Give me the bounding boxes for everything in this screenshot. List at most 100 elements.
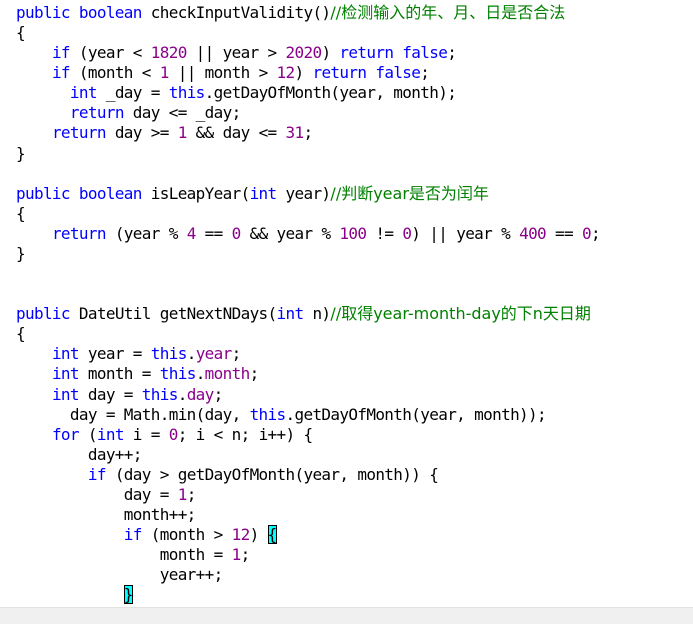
code-token: } xyxy=(16,143,26,163)
code-token: month = xyxy=(78,364,160,384)
code-token: int xyxy=(276,304,305,324)
code-token: year++; xyxy=(16,565,224,585)
code-token: ; xyxy=(231,344,242,364)
code-token: return false xyxy=(312,63,421,83)
code-token: if xyxy=(123,525,143,545)
code-line: if (day > getDayOfMonth(year, month)) { xyxy=(16,464,439,485)
code-token: 1 xyxy=(231,545,242,565)
code-token: 1 xyxy=(177,123,188,143)
code-token: _day = xyxy=(96,83,169,103)
code-token: 0 xyxy=(168,424,179,444)
code-token: (day > getDayOfMonth(year, month)) { xyxy=(105,464,439,484)
code-token: 0 xyxy=(581,223,592,243)
code-token: return false xyxy=(339,43,448,63)
matched-brace: } xyxy=(123,585,133,605)
code-token: day++; xyxy=(16,444,143,464)
code-token: day xyxy=(186,384,215,404)
matched-brace: { xyxy=(267,525,277,545)
code-line: month = 1; xyxy=(16,545,250,565)
code-token: int xyxy=(96,424,125,444)
code-token: 0 xyxy=(402,223,412,243)
code-token: 12 xyxy=(276,63,296,83)
code-token: } xyxy=(16,243,26,263)
code-line: { xyxy=(16,23,26,43)
code-token: DateUtil getNextNDays( xyxy=(69,304,277,324)
code-token: != xyxy=(366,223,403,243)
code-token: this xyxy=(168,83,206,103)
code-token: 400 xyxy=(519,223,547,243)
code-token: public boolean xyxy=(16,183,142,203)
code-token: int xyxy=(69,83,98,103)
code-token: . xyxy=(195,364,206,384)
code-editor[interactable]: public boolean checkInputValidity()//检测输… xyxy=(0,0,693,607)
code-token: .getDayOfMonth(year, month); xyxy=(204,83,457,103)
code-token: == xyxy=(546,223,582,243)
code-token: ; i < n; i++) { xyxy=(177,424,313,444)
code-token: checkInputValidity() xyxy=(141,3,331,22)
code-line: if (year < 1820 || year > 2020) return f… xyxy=(16,43,457,63)
code-token: ; xyxy=(249,364,260,384)
code-token: ) || year % xyxy=(411,223,520,243)
horizontal-scrollbar[interactable] xyxy=(0,607,693,624)
code-line: for (int i = 0; i < n; i++) { xyxy=(16,424,313,445)
code-token: this xyxy=(159,364,197,384)
code-line: day++; xyxy=(16,444,143,465)
code-token: ( xyxy=(78,424,98,444)
code-line: return day <= _day; xyxy=(16,103,241,123)
code-token: || month > xyxy=(168,63,277,83)
code-token: == xyxy=(195,223,232,243)
code-token: 1 xyxy=(159,63,170,83)
code-token: day >= xyxy=(105,123,178,143)
code-token: (month > xyxy=(141,525,232,545)
code-token: month xyxy=(204,364,251,384)
code-line: day = Math.min(day, this.getDayOfMonth(y… xyxy=(16,404,547,425)
code-token: ; xyxy=(303,123,313,143)
code-token: && day <= xyxy=(186,123,286,143)
code-line: int day = this.day; xyxy=(16,385,223,405)
code-token: return xyxy=(51,223,107,243)
code-line: day = 1; xyxy=(16,484,197,505)
code-token: return xyxy=(51,123,107,143)
code-line: int _day = this.getDayOfMonth(year, mont… xyxy=(16,83,457,103)
code-token: for xyxy=(51,424,80,444)
code-token: { xyxy=(16,203,26,223)
code-token: . xyxy=(186,344,197,364)
code-line: int year = this.year; xyxy=(16,344,241,364)
code-token: 1 xyxy=(177,484,188,504)
code-token: 0 xyxy=(231,223,242,243)
code-token: int xyxy=(51,344,80,364)
code-token: this xyxy=(150,344,188,364)
code-line: month++; xyxy=(16,505,197,525)
code-token: this xyxy=(249,404,287,424)
code-token: int xyxy=(51,364,80,384)
code-token: year) xyxy=(276,183,331,203)
code-token: 12 xyxy=(231,525,251,545)
code-token: ; xyxy=(590,223,601,243)
code-token: ; xyxy=(420,63,430,83)
code-token: day = xyxy=(78,384,142,404)
code-token: day = xyxy=(16,484,178,504)
code-token: (month < xyxy=(69,63,160,83)
code-line: if (month > 12) { xyxy=(16,525,277,545)
code-line: } xyxy=(16,243,26,264)
code-token: year xyxy=(195,344,233,364)
code-line: } xyxy=(16,585,133,605)
code-token: ) xyxy=(321,43,340,63)
code-token: (year % xyxy=(105,223,187,243)
code-token: { xyxy=(16,23,26,43)
code-token: && year % xyxy=(240,223,340,243)
code-token: 100 xyxy=(339,223,367,243)
code-line: int month = this.month; xyxy=(16,364,259,384)
code-token: //判断year是否为闰年 xyxy=(330,183,489,203)
code-token: n) xyxy=(303,304,331,324)
code-token: //检测输入的年、月、日是否合法 xyxy=(330,3,566,22)
